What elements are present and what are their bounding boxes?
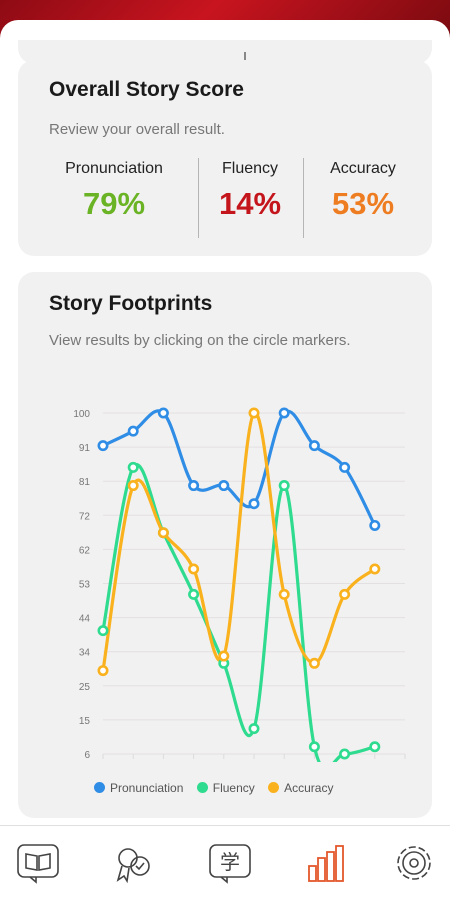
- marker-pronunciation[interactable]: [157, 407, 169, 419]
- nav-chart-button[interactable]: [304, 842, 350, 884]
- y-tick-label: 15: [79, 716, 91, 727]
- marker-fluency[interactable]: [188, 588, 200, 600]
- marker-fluency[interactable]: [248, 723, 260, 735]
- marker-pronunciation[interactable]: [218, 480, 230, 492]
- marker-accuracy[interactable]: [369, 563, 381, 575]
- y-tick-label: 44: [79, 614, 91, 625]
- y-tick-label: 6: [84, 750, 90, 761]
- marker-pronunciation[interactable]: [97, 440, 109, 452]
- score-label: Pronunciation: [65, 160, 163, 177]
- marker-pronunciation[interactable]: [369, 519, 381, 531]
- marker-fluency[interactable]: [97, 625, 109, 637]
- score-label: Accuracy: [330, 160, 396, 177]
- y-tick-label: 53: [79, 580, 91, 591]
- score-accuracy: Accuracy 53%: [310, 160, 416, 222]
- book-icon: [17, 844, 59, 884]
- marker-pronunciation[interactable]: [308, 440, 320, 452]
- marker-accuracy[interactable]: [308, 657, 320, 669]
- score-value: 14%: [218, 186, 282, 221]
- legend-label: Pronunciation: [110, 781, 184, 795]
- settings-icon: [397, 846, 431, 880]
- nav-book-button[interactable]: [16, 842, 62, 884]
- y-tick-label: 81: [79, 477, 91, 488]
- series-line-fluency: [101, 463, 377, 762]
- badge-icon: [116, 848, 150, 884]
- score-pronunciation: Pronunciation 79%: [48, 160, 180, 222]
- marker-pronunciation[interactable]: [339, 461, 351, 473]
- marker-accuracy[interactable]: [97, 665, 109, 677]
- score-label: Fluency: [221, 160, 279, 177]
- card-title: Overall Story Score: [49, 78, 244, 101]
- y-tick-label: 34: [79, 648, 91, 659]
- marker-pronunciation[interactable]: [188, 480, 200, 492]
- legend-label: Accuracy: [284, 781, 334, 795]
- score-value: 79%: [82, 186, 146, 221]
- marker-accuracy[interactable]: [188, 563, 200, 575]
- marker-pronunciation[interactable]: [248, 498, 260, 510]
- legend-label: Fluency: [212, 781, 255, 795]
- card-title: Story Footprints: [49, 292, 213, 315]
- chart-legend: Pronunciation Fluency Accuracy: [94, 781, 343, 795]
- marker-fluency[interactable]: [339, 748, 351, 760]
- divider: [303, 158, 304, 238]
- series-line-pronunciation: [101, 409, 377, 528]
- y-tick-label: 100: [73, 409, 90, 420]
- score-fluency: Fluency 14%: [206, 160, 294, 222]
- marker-fluency[interactable]: [369, 741, 381, 753]
- y-tick-label: 62: [79, 545, 91, 556]
- card-subtitle: View results by clicking on the circle m…: [49, 332, 351, 349]
- marker-accuracy[interactable]: [218, 650, 230, 662]
- marker-fluency[interactable]: [278, 480, 290, 492]
- marker-fluency[interactable]: [127, 461, 139, 473]
- nav-translate-button[interactable]: 学: [207, 842, 253, 884]
- y-tick-label: 91: [79, 443, 91, 454]
- marker-accuracy[interactable]: [278, 588, 290, 600]
- marker-fluency[interactable]: [308, 741, 320, 753]
- marker-accuracy[interactable]: [248, 407, 260, 419]
- score-value: 53%: [331, 186, 395, 221]
- chart-icon: [308, 845, 344, 882]
- translate-icon: 学: [209, 844, 251, 884]
- footprints-line-chart: 100 91 81 72 62 53 44 34 25 15 6: [73, 407, 406, 762]
- overall-score-card: Overall Story Score Review your overall …: [18, 60, 432, 256]
- y-tick-label: 25: [79, 682, 91, 693]
- divider: [198, 158, 199, 238]
- svg-text:学: 学: [220, 850, 240, 874]
- bottom-navigation: 学: [0, 825, 450, 900]
- nav-badge-button[interactable]: [110, 842, 156, 884]
- marker-pronunciation[interactable]: [278, 407, 290, 419]
- marker-accuracy[interactable]: [339, 588, 351, 600]
- legend-item-fluency[interactable]: Fluency: [196, 781, 255, 795]
- marker-pronunciation[interactable]: [127, 425, 139, 437]
- story-footprints-card: Story Footprints View results by clickin…: [18, 272, 432, 818]
- y-tick-label: 72: [79, 511, 91, 522]
- nav-settings-button[interactable]: [392, 842, 438, 884]
- marker-accuracy[interactable]: [157, 527, 169, 539]
- legend-item-pronunciation[interactable]: Pronunciation: [94, 781, 183, 795]
- marker-accuracy[interactable]: [127, 480, 139, 492]
- card-subtitle: Review your overall result.: [49, 121, 225, 138]
- legend-item-accuracy[interactable]: Accuracy: [268, 781, 333, 795]
- series-line-accuracy: [101, 411, 377, 673]
